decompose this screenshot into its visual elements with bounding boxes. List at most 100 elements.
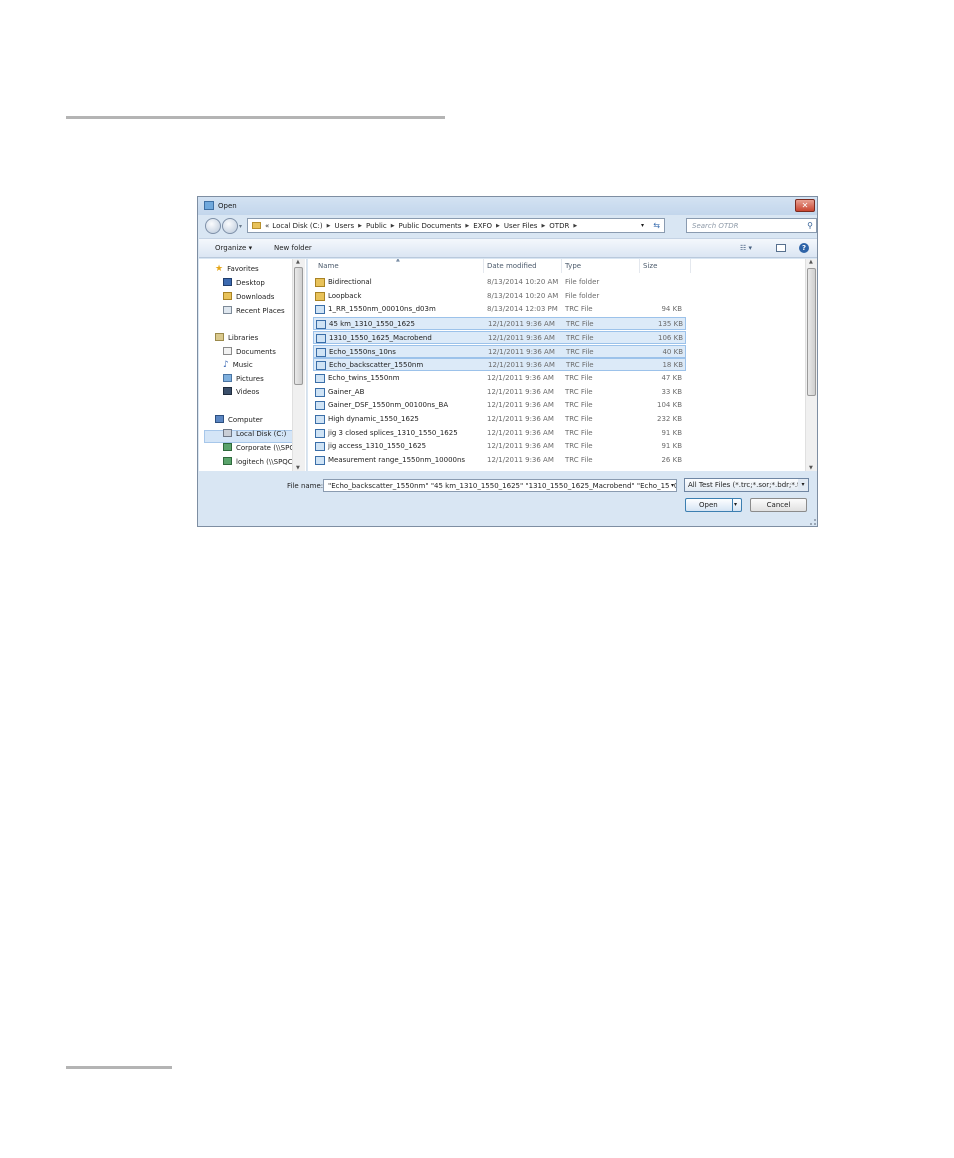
nav-logitech-drive[interactable]: logitech (\\SPQC bbox=[223, 457, 293, 466]
close-icon: ✕ bbox=[801, 201, 809, 210]
chevron-down-icon[interactable]: ▾ bbox=[798, 479, 808, 491]
file-date-cell: 12/1/2011 9:36 AM bbox=[487, 387, 554, 396]
column-divider[interactable] bbox=[690, 259, 691, 273]
nav-libraries[interactable]: Libraries bbox=[215, 333, 258, 342]
pictures-icon bbox=[223, 374, 232, 382]
nav-music[interactable]: ♪ Music bbox=[223, 360, 253, 370]
documents-icon bbox=[223, 347, 232, 355]
file-list-scroll-thumb[interactable] bbox=[807, 268, 816, 396]
open-button[interactable]: Open ▾ bbox=[685, 498, 742, 512]
nav-videos[interactable]: Videos bbox=[223, 387, 259, 396]
breadcrumb-chevron-icon[interactable]: ▶ bbox=[465, 223, 469, 229]
nav-local-disk[interactable]: Local Disk (C:) bbox=[223, 429, 286, 438]
scroll-down-icon[interactable]: ▼ bbox=[296, 465, 300, 471]
breadcrumb-chevron-icon[interactable]: ▶ bbox=[327, 223, 331, 229]
column-divider[interactable] bbox=[561, 259, 562, 273]
breadcrumb-item[interactable]: Local Disk (C:) bbox=[272, 222, 322, 230]
nav-label: Pictures bbox=[236, 375, 264, 383]
nav-scroll-thumb[interactable] bbox=[294, 267, 303, 385]
file-row[interactable]: jig access_1310_1550_1625 12/1/2011 9:36 … bbox=[313, 440, 686, 453]
file-row[interactable]: 1310_1550_1625_Macrobend 12/1/2011 9:36 A… bbox=[313, 330, 686, 344]
open-options-dropdown[interactable]: ▾ bbox=[734, 501, 737, 508]
breadcrumb-chevron-icon[interactable]: ▶ bbox=[573, 223, 577, 229]
file-row[interactable]: Bidirectional 8/13/2014 10:20 AM File fold… bbox=[313, 276, 686, 289]
file-list-scrollbar[interactable]: ▲ ▼ bbox=[805, 259, 817, 471]
nav-favorites[interactable]: ★ Favorites bbox=[215, 264, 259, 274]
file-row[interactable]: Echo_twins_1550nm 12/1/2011 9:36 AM TRC Fi… bbox=[313, 372, 686, 385]
cancel-button[interactable]: Cancel bbox=[750, 498, 807, 512]
recent-locations-dropdown[interactable]: ▾ bbox=[239, 223, 242, 230]
breadcrumb-chevron-icon[interactable]: ▶ bbox=[391, 223, 395, 229]
file-row[interactable]: Loopback 8/13/2014 10:20 AM File folder bbox=[313, 290, 686, 303]
file-row[interactable]: 45 km_1310_1550_1625 12/1/2011 9:36 AM TRC… bbox=[313, 317, 686, 331]
nav-computer[interactable]: Computer bbox=[215, 415, 263, 424]
file-row[interactable]: Measurement range_1550nm_10000ns 12/1/201… bbox=[313, 454, 686, 467]
refresh-icon[interactable]: ⇆ bbox=[653, 221, 660, 230]
address-dropdown[interactable]: ▾ bbox=[641, 222, 644, 229]
preview-pane-icon[interactable] bbox=[776, 244, 786, 252]
file-row[interactable]: Gainer_AB 12/1/2011 9:36 AM TRC File 33 KB bbox=[313, 386, 686, 399]
file-name-label: File name: bbox=[287, 482, 324, 490]
nav-corporate-drive[interactable]: Corporate (\\SPC bbox=[223, 443, 294, 452]
file-row[interactable]: 1_RR_1550nm_00010ns_d03m 8/13/2014 12:03 … bbox=[313, 303, 686, 316]
breadcrumb-item[interactable]: Public Documents bbox=[399, 222, 462, 230]
breadcrumb-chevron-icon[interactable]: ▶ bbox=[496, 223, 500, 229]
file-type-filter[interactable]: All Test Files (*.trc;*.sor;*.bdr;*.t ▾ bbox=[684, 478, 809, 492]
scroll-up-icon[interactable]: ▲ bbox=[296, 259, 300, 265]
column-divider[interactable] bbox=[639, 259, 640, 273]
file-date-cell: 12/1/2011 9:36 AM bbox=[487, 442, 554, 451]
file-date-cell: 8/13/2014 12:03 PM bbox=[487, 305, 558, 314]
nav-recent-places[interactable]: Recent Places bbox=[223, 306, 285, 315]
file-name-field[interactable]: "Echo_backscatter_1550nm" "45 km_1310_15… bbox=[323, 479, 677, 492]
file-date-cell: 12/1/2011 9:36 AM bbox=[487, 415, 554, 423]
file-size-cell: 94 KB bbox=[661, 305, 682, 314]
change-view-icon[interactable]: ☷ ▾ bbox=[740, 244, 752, 252]
breadcrumb-item[interactable]: OTDR bbox=[549, 222, 569, 230]
column-divider[interactable] bbox=[483, 259, 484, 273]
file-row[interactable]: High dynamic_1550_1625 12/1/2011 9:36 AM T… bbox=[313, 413, 686, 426]
scroll-up-icon[interactable]: ▲ bbox=[809, 259, 813, 265]
nav-label: Music bbox=[232, 361, 253, 369]
breadcrumb-item[interactable]: Users bbox=[335, 222, 355, 230]
folder-icon bbox=[252, 222, 261, 229]
organize-button[interactable]: Organize ▾ bbox=[215, 244, 252, 252]
back-button[interactable] bbox=[205, 218, 221, 234]
column-size-header[interactable]: Size bbox=[643, 262, 657, 270]
column-name-header[interactable]: Name bbox=[318, 262, 339, 270]
forward-button[interactable] bbox=[222, 218, 238, 234]
scroll-down-icon[interactable]: ▼ bbox=[809, 465, 813, 471]
nav-downloads[interactable]: Downloads bbox=[223, 292, 274, 301]
close-button[interactable]: ✕ bbox=[795, 199, 815, 212]
open-file-dialog: Open ✕ ▾ «Local Disk (C:) ▶ Users ▶ Public ▶ P… bbox=[197, 196, 818, 527]
help-icon[interactable]: ? bbox=[799, 243, 809, 253]
breadcrumb-chevron-icon[interactable]: ▶ bbox=[358, 223, 362, 229]
nav-desktop[interactable]: Desktop bbox=[223, 278, 265, 287]
nav-scrollbar[interactable]: ▲ ▼ bbox=[292, 259, 305, 471]
breadcrumb-item[interactable]: User Files bbox=[504, 222, 538, 230]
breadcrumb-overflow[interactable]: « bbox=[265, 222, 269, 230]
breadcrumb-item[interactable]: Public bbox=[366, 222, 387, 230]
nav-pictures[interactable]: Pictures bbox=[223, 374, 264, 383]
column-type-header[interactable]: Type bbox=[565, 262, 581, 270]
computer-icon bbox=[215, 415, 224, 423]
search-box[interactable]: Search OTDR ⚲ bbox=[686, 218, 817, 233]
column-date-header[interactable]: Date modified bbox=[487, 262, 537, 270]
address-bar[interactable]: «Local Disk (C:) ▶ Users ▶ Public ▶ Public Doc… bbox=[247, 218, 665, 233]
file-type-cell: TRC File bbox=[565, 401, 593, 410]
file-date-cell: 12/1/2011 9:36 AM bbox=[488, 361, 555, 370]
file-row[interactable]: Echo_1550ns_10ns 12/1/2011 9:36 AM TRC Fil… bbox=[313, 344, 686, 358]
file-row[interactable]: jig 3 closed splices_1310_1550_1625 12/1/… bbox=[313, 427, 686, 440]
trc-file-icon bbox=[315, 456, 325, 466]
nav-label: Desktop bbox=[236, 279, 265, 287]
file-row[interactable]: Echo_backscatter_1550nm 12/1/2011 9:36 AM… bbox=[313, 358, 686, 372]
breadcrumb-chevron-icon[interactable]: ▶ bbox=[541, 223, 545, 229]
file-row[interactable]: Gainer_DSF_1550nm_00100ns_BA 12/1/2011 9:… bbox=[313, 399, 686, 412]
search-icon[interactable]: ⚲ bbox=[807, 221, 813, 230]
chevron-down-icon[interactable]: ▾ bbox=[668, 482, 674, 489]
resize-grip[interactable] bbox=[810, 519, 816, 525]
new-folder-button[interactable]: New folder bbox=[274, 244, 312, 252]
trc-file-icon bbox=[315, 387, 325, 397]
nav-documents[interactable]: Documents bbox=[223, 347, 276, 356]
file-size-cell: 26 KB bbox=[661, 456, 682, 465]
breadcrumb-item[interactable]: EXFO bbox=[473, 222, 492, 230]
